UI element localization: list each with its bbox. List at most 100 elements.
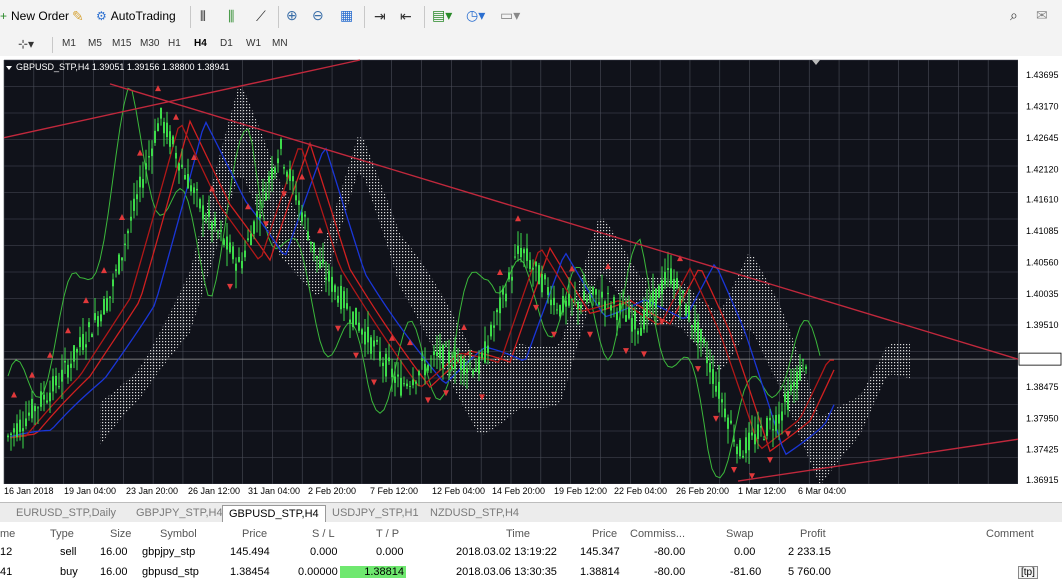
candle-body bbox=[661, 279, 663, 295]
tab-eurusd[interactable]: EURUSD_STP,Daily bbox=[10, 505, 122, 521]
indicators-icon[interactable]: ▤▾ bbox=[432, 7, 452, 24]
tab-gbpjpy[interactable]: GBPJPY_STP,H4 bbox=[130, 505, 229, 521]
timeframe-m30[interactable]: M30 bbox=[140, 38, 159, 49]
tile-windows-icon[interactable]: ▦ bbox=[340, 7, 353, 24]
autotrading-button[interactable]: ⚙ AutoTrading bbox=[96, 9, 176, 23]
timeframe-h1[interactable]: H1 bbox=[168, 38, 181, 49]
col-tp[interactable]: T / P bbox=[376, 528, 399, 540]
chart-canvas[interactable]: 1.43695 1.43170 1.42645 1.42120 1.41610 1.410… bbox=[0, 56, 1062, 498]
tab-usdjpy[interactable]: USDJPY_STP,H1 bbox=[326, 505, 425, 521]
cell-size: 16.00 bbox=[100, 546, 128, 558]
candle-body bbox=[211, 222, 213, 230]
candle-body bbox=[55, 375, 57, 386]
cell-swap: 0.00 bbox=[734, 546, 756, 558]
timeframe-mn[interactable]: MN bbox=[272, 38, 288, 49]
templates-icon[interactable]: ▭▾ bbox=[500, 7, 520, 24]
candle-body bbox=[289, 168, 291, 181]
col-swap[interactable]: Swap bbox=[726, 528, 754, 540]
col-profit[interactable]: Profit bbox=[800, 528, 826, 540]
candle-body bbox=[127, 230, 129, 234]
chat-icon[interactable]: ✉ bbox=[1036, 7, 1048, 24]
history-icon[interactable]: ✎ bbox=[72, 8, 84, 25]
zoom-out-icon[interactable]: ⊖ bbox=[312, 7, 324, 24]
candle-body bbox=[754, 434, 756, 445]
candle-body bbox=[37, 407, 39, 409]
tab-gbpusd[interactable]: GBPUSD_STP,H4 bbox=[222, 505, 326, 522]
candle-body bbox=[553, 297, 555, 306]
candle-body bbox=[409, 385, 411, 387]
line-chart-icon[interactable]: ⟋ bbox=[256, 8, 266, 25]
bar-chart-icon[interactable]: ⫴ bbox=[200, 8, 206, 25]
candle-body bbox=[748, 432, 750, 451]
candle-body bbox=[271, 168, 273, 179]
candle-body bbox=[463, 358, 465, 375]
candle-body bbox=[352, 311, 354, 328]
col-comment[interactable]: Comment bbox=[986, 528, 1034, 540]
col-commission[interactable]: Commiss... bbox=[630, 528, 685, 540]
candle-body bbox=[442, 345, 444, 369]
candle-body bbox=[586, 298, 588, 302]
candle-body bbox=[709, 362, 711, 373]
col-type[interactable]: Type bbox=[50, 528, 74, 540]
col-cur-price[interactable]: Price bbox=[592, 528, 617, 540]
tab-nzdusd[interactable]: NZDUSD_STP,H4 bbox=[424, 505, 525, 521]
col-price[interactable]: Price bbox=[242, 528, 267, 540]
candle-body bbox=[514, 256, 516, 258]
candle-body bbox=[796, 371, 798, 390]
candle-body bbox=[793, 382, 795, 387]
col-time[interactable]: Time bbox=[506, 528, 530, 540]
col-sl[interactable]: S / L bbox=[312, 528, 335, 540]
crosshair-icon[interactable]: ⊹▾ bbox=[18, 37, 34, 51]
candle-body bbox=[133, 198, 135, 211]
col-ticket[interactable]: me bbox=[0, 528, 15, 540]
cell-price: 145.494 bbox=[230, 546, 270, 558]
timeframe-d1[interactable]: D1 bbox=[220, 38, 233, 49]
time-tick-label: 26 Feb 20:00 bbox=[676, 486, 729, 496]
candle-body bbox=[736, 446, 738, 455]
cell-sl: 0.00000 bbox=[298, 566, 338, 578]
timeframe-m1[interactable]: M1 bbox=[62, 38, 76, 49]
col-size[interactable]: Size bbox=[110, 528, 131, 540]
candle-body bbox=[469, 363, 471, 365]
col-symbol[interactable]: Symbol bbox=[160, 528, 197, 540]
candle-body bbox=[313, 242, 315, 253]
candle-body bbox=[544, 274, 546, 280]
periods-icon[interactable]: ◷▾ bbox=[466, 7, 485, 24]
candle-body bbox=[751, 432, 753, 436]
cell-commission: -80.00 bbox=[654, 566, 686, 578]
zoom-in-icon[interactable]: ⊕ bbox=[286, 7, 298, 24]
candle-body bbox=[430, 358, 432, 360]
candle-body bbox=[646, 301, 648, 317]
candle-body bbox=[91, 333, 93, 338]
candle-body bbox=[319, 261, 321, 268]
candle-body bbox=[136, 194, 138, 200]
candle-body bbox=[466, 368, 468, 373]
chart-shift-icon[interactable]: ⇤ bbox=[400, 8, 412, 25]
timeframe-m15[interactable]: M15 bbox=[112, 38, 131, 49]
autoscroll-icon[interactable]: ⇥ bbox=[374, 8, 386, 25]
candle-body bbox=[322, 259, 324, 264]
candle-body bbox=[187, 173, 189, 189]
candle-body bbox=[13, 428, 15, 433]
candle-body bbox=[166, 122, 168, 138]
candlestick-icon[interactable]: ⫼ bbox=[228, 8, 234, 25]
chart-tabs: EURUSD_STP,Daily GBPJPY_STP,H4 GBPUSD_ST… bbox=[0, 502, 1062, 523]
search-icon[interactable]: ⌕ bbox=[1010, 7, 1018, 24]
new-order-button[interactable]: + New Order bbox=[0, 9, 69, 23]
candle-body bbox=[388, 357, 390, 362]
candle-body bbox=[733, 439, 735, 442]
candle-body bbox=[799, 366, 801, 381]
candle-body bbox=[370, 337, 372, 354]
candle-body bbox=[94, 313, 96, 321]
timeframe-w1[interactable]: W1 bbox=[246, 38, 261, 49]
candle-body bbox=[241, 260, 243, 269]
price-chart[interactable]: 1.43695 1.43170 1.42645 1.42120 1.41610 1.410… bbox=[0, 56, 1062, 498]
candle-body bbox=[118, 254, 120, 274]
candle-body bbox=[565, 300, 567, 307]
candle-body bbox=[400, 377, 402, 396]
timeframe-m5[interactable]: M5 bbox=[88, 38, 102, 49]
candle-body bbox=[631, 317, 633, 332]
candle-body bbox=[151, 148, 153, 157]
price-tick-label: 1.37425 bbox=[1026, 445, 1059, 455]
timeframe-h4[interactable]: H4 bbox=[194, 38, 207, 49]
